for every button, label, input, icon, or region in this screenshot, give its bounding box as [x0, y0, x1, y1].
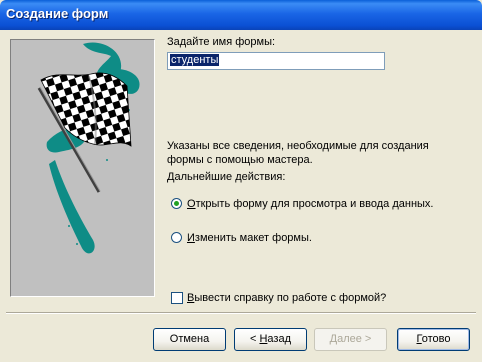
- finish-button[interactable]: Готово: [397, 328, 470, 351]
- modify-layout-option-label[interactable]: Изменить макет формы.: [187, 232, 312, 244]
- open-form-radio[interactable]: [171, 198, 182, 209]
- modify-layout-radio[interactable]: [171, 232, 182, 243]
- wizard-image-panel: [10, 39, 155, 297]
- button-separator: [6, 312, 476, 314]
- form-name-label: Задайте имя формы:: [167, 36, 276, 48]
- form-name-input[interactable]: студенты: [167, 52, 385, 70]
- show-help-label[interactable]: Вывести справку по работе с формой?: [187, 292, 386, 304]
- open-form-option-label[interactable]: Открыть форму для просмотра и ввода данн…: [187, 198, 433, 210]
- window-title: Создание форм: [6, 6, 109, 21]
- cancel-button[interactable]: Отмена: [153, 328, 226, 351]
- radio-selected-dot: [174, 201, 179, 206]
- form-name-value: студенты: [170, 54, 220, 66]
- show-help-checkbox[interactable]: [171, 292, 183, 304]
- info-line-1: Указаны все сведения, необходимые для со…: [167, 140, 429, 152]
- title-bar[interactable]: Создание форм: [0, 0, 482, 30]
- next-actions-label: Дальнейшие действия:: [167, 171, 286, 183]
- next-button[interactable]: Далее >: [314, 328, 387, 351]
- checkered-flag-icon: [37, 42, 140, 254]
- back-button[interactable]: < Назад: [234, 328, 307, 351]
- form-wizard-dialog: Создание форм Задайте имя формы: студент…: [0, 0, 482, 362]
- info-line-2: формы с помощью мастера.: [167, 154, 313, 166]
